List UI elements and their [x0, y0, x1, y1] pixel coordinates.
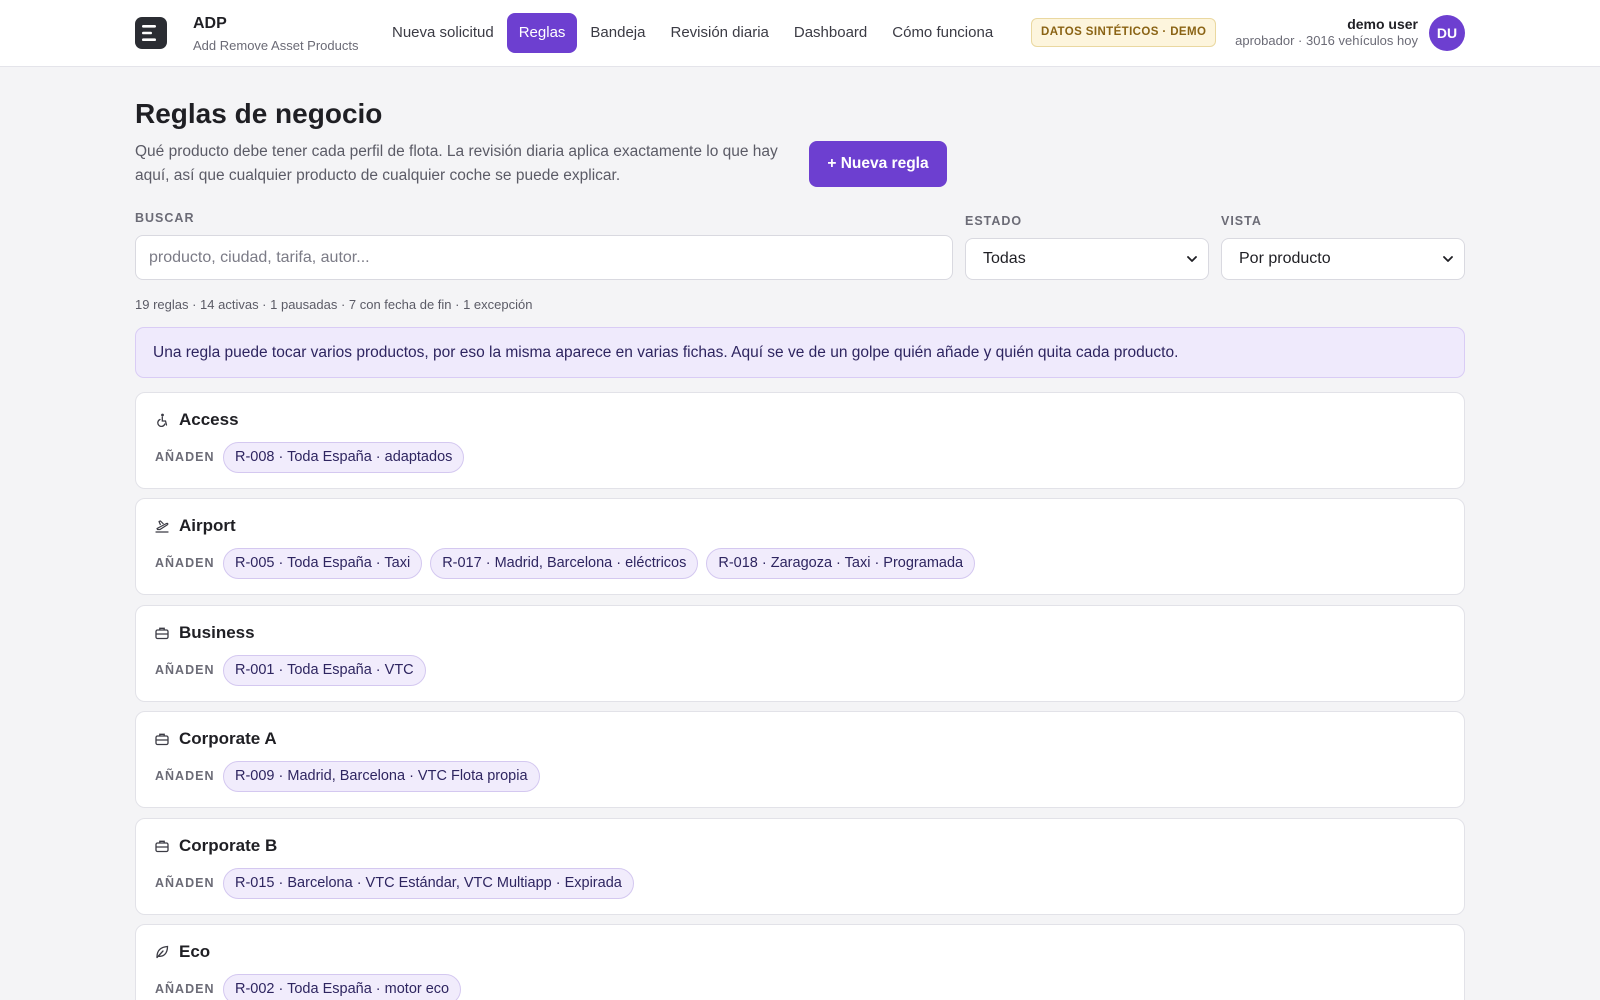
status-label: ESTADO [965, 214, 1023, 228]
nav-bandeja[interactable]: Bandeja [578, 13, 657, 53]
adds-label: AÑADEN [155, 450, 215, 464]
product-name: Airport [179, 516, 236, 535]
briefcase-icon [155, 733, 169, 746]
rule-chip[interactable]: R-015 · Barcelona · VTC Estándar, VTC Mu… [223, 868, 634, 899]
status-select-value: Todas [983, 250, 1026, 267]
page-title: Reglas de negocio [135, 98, 383, 129]
nav-como-funciona[interactable]: Cómo funciona [880, 13, 1005, 53]
rule-chip[interactable]: R-008 · Toda España · adaptados [223, 442, 465, 473]
rules-summary: 19 reglas · 14 activas · 1 pausadas · 7 … [135, 297, 533, 312]
nav-revision-diaria[interactable]: Revisión diaria [658, 13, 780, 53]
nav-nueva-solicitud[interactable]: Nueva solicitud [380, 13, 506, 53]
rule-chip[interactable]: R-002 · Toda España · motor eco [223, 974, 462, 1000]
product-name: Eco [179, 942, 211, 961]
view-label: VISTA [1221, 214, 1262, 228]
adds-label: AÑADEN [155, 769, 215, 783]
rule-chip[interactable]: R-005 · Toda España · Taxi [223, 548, 423, 579]
product-card-access: Access AÑADEN R-008 · Toda España · adap… [135, 392, 1465, 489]
app-logo-icon[interactable] [135, 17, 167, 49]
user-role: aprobador · 3016 vehículos hoy [1235, 33, 1418, 48]
status-select[interactable]: Todas [965, 238, 1209, 280]
info-banner: Una regla puede tocar varios productos, … [135, 327, 1465, 378]
chevron-down-icon [1187, 256, 1197, 262]
product-name: Corporate B [179, 836, 278, 855]
adds-label: AÑADEN [155, 982, 215, 996]
view-select-value: Por producto [1239, 250, 1331, 267]
product-card-business: Business AÑADEN R-001 · Toda España · VT… [135, 605, 1465, 702]
main-nav: Nueva solicitud Reglas Bandeja Revisión … [380, 13, 1006, 53]
product-card-airport: Airport AÑADEN R-005 · Toda España · Tax… [135, 498, 1465, 595]
rule-chip[interactable]: R-017 · Madrid, Barcelona · eléctricos [430, 548, 699, 579]
product-name: Business [179, 623, 255, 642]
search-label: BUSCAR [135, 211, 195, 225]
adds-label: AÑADEN [155, 876, 215, 890]
briefcase-icon [155, 627, 169, 640]
page-description: Qué producto debe tener cada perfil de f… [135, 143, 778, 184]
app-name: ADP [193, 15, 227, 32]
leaf-icon [156, 945, 169, 959]
product-card-corporate-a: Corporate A AÑADEN R-009 · Madrid, Barce… [135, 711, 1465, 808]
product-name: Access [179, 410, 239, 429]
adds-label: AÑADEN [155, 556, 215, 570]
rule-chip[interactable]: R-009 · Madrid, Barcelona · VTC Flota pr… [223, 761, 540, 792]
user-name: demo user [1347, 16, 1418, 32]
nav-reglas[interactable]: Reglas [506, 13, 578, 53]
plane-icon [155, 520, 169, 533]
nav-dashboard[interactable]: Dashboard [782, 13, 879, 53]
product-name: Corporate A [179, 729, 277, 748]
rule-chip[interactable]: R-018 · Zaragoza · Taxi · Programada [706, 548, 976, 579]
briefcase-icon [155, 840, 169, 853]
adds-label: AÑADEN [155, 663, 215, 677]
wheelchair-icon [157, 413, 168, 427]
rule-chip[interactable]: R-001 · Toda España · VTC [223, 655, 426, 686]
search-input[interactable] [135, 235, 953, 280]
product-card-eco: Eco AÑADEN R-002 · Toda España · motor e… [135, 924, 1465, 1000]
new-rule-button[interactable]: + Nueva regla [809, 141, 947, 187]
product-card-corporate-b: Corporate B AÑADEN R-015 · Barcelona · V… [135, 818, 1465, 915]
demo-data-badge: DATOS SINTÉTICOS · DEMO [1031, 18, 1217, 47]
top-bar: ADP Add Remove Asset Products Nueva soli… [0, 0, 1600, 67]
view-select[interactable]: Por producto [1221, 238, 1465, 280]
chevron-down-icon [1443, 256, 1453, 262]
user-avatar[interactable]: DU [1429, 15, 1465, 51]
app-subtitle: Add Remove Asset Products [193, 38, 359, 53]
